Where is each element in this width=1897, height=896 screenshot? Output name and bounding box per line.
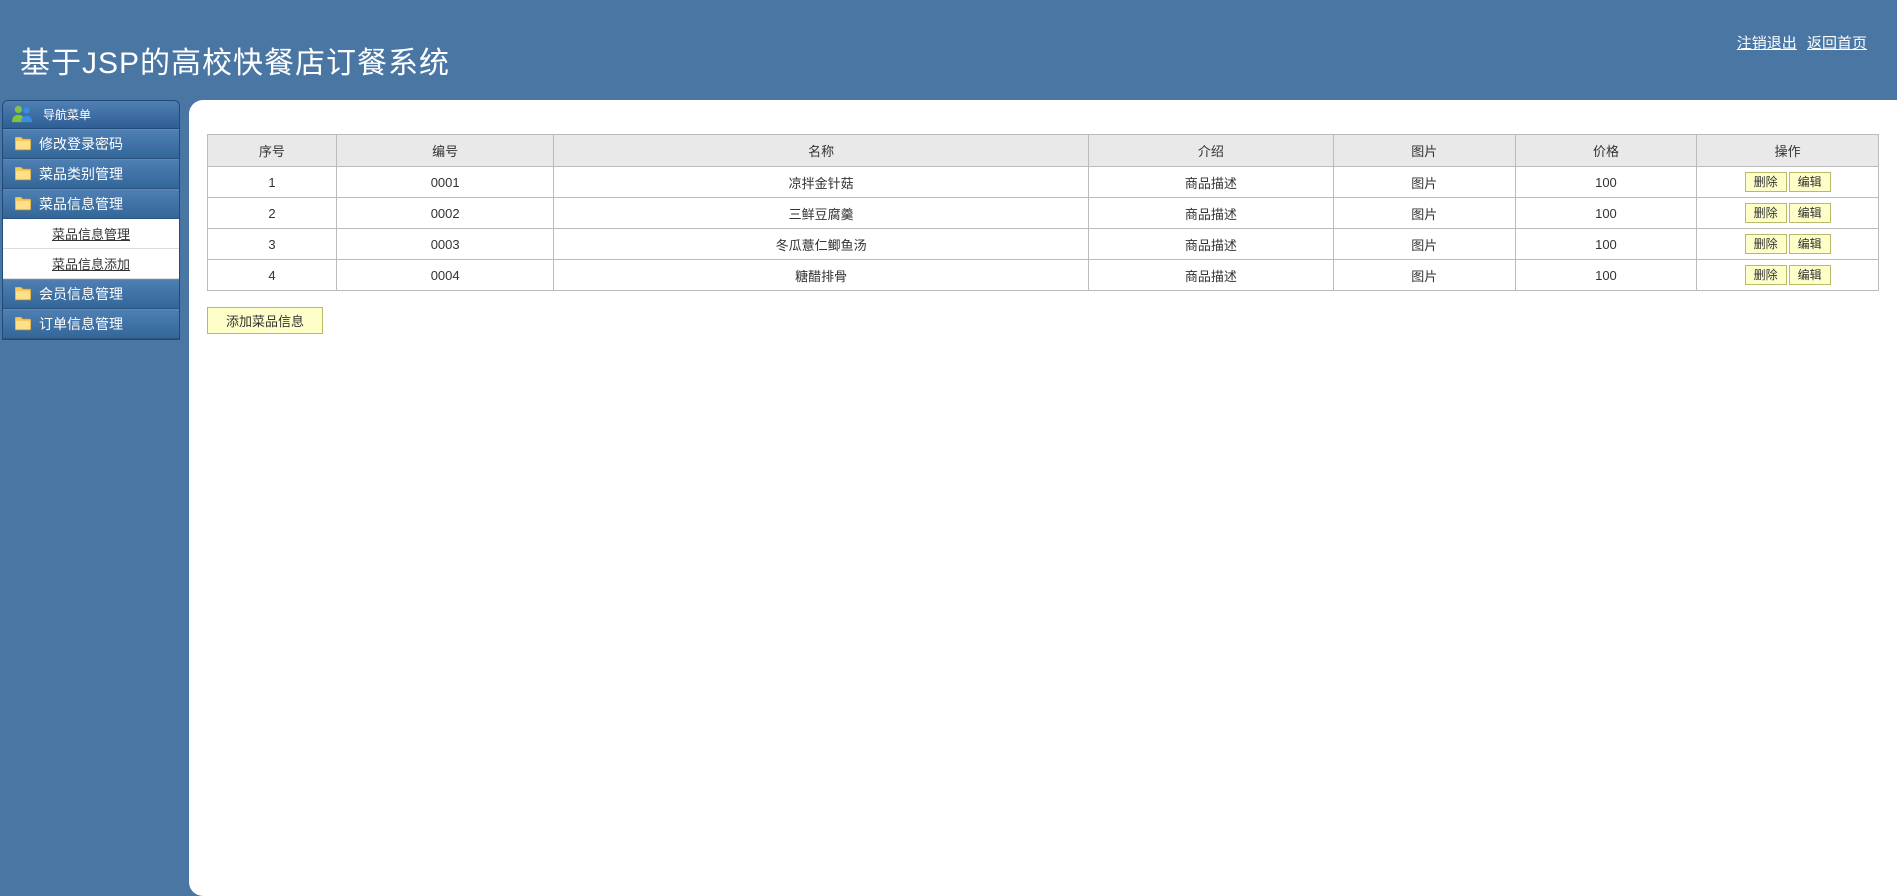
cell-intro: 商品描述 — [1088, 198, 1333, 229]
table-row: 30003冬瓜薏仁鲫鱼汤商品描述图片100删除编辑 — [208, 229, 1879, 260]
edit-button[interactable]: 编辑 — [1789, 234, 1831, 254]
cell-idx: 3 — [208, 229, 337, 260]
sidebar-item-label: 订单信息管理 — [39, 314, 123, 334]
folder-icon — [15, 197, 31, 211]
cell-actions: 删除编辑 — [1697, 229, 1879, 260]
folder-icon — [15, 167, 31, 181]
cell-name: 糖醋排骨 — [554, 260, 1088, 291]
dish-table: 序号编号名称介绍图片价格操作 10001凉拌金针菇商品描述图片100删除编辑20… — [207, 134, 1879, 291]
cell-idx: 2 — [208, 198, 337, 229]
sidebar-item-label: 修改登录密码 — [39, 134, 123, 154]
cell-price: 100 — [1515, 260, 1697, 291]
delete-button[interactable]: 删除 — [1745, 265, 1787, 285]
sidebar-subitem[interactable]: 菜品信息添加 — [3, 249, 179, 279]
cell-actions: 删除编辑 — [1697, 198, 1879, 229]
sidebar-header-label: 导航菜单 — [43, 106, 91, 123]
cell-code: 0003 — [336, 229, 554, 260]
table-header: 操作 — [1697, 135, 1879, 167]
cell-idx: 4 — [208, 260, 337, 291]
table-header: 图片 — [1333, 135, 1515, 167]
table-header: 价格 — [1515, 135, 1697, 167]
table-header: 介绍 — [1088, 135, 1333, 167]
sidebar-item[interactable]: 订单信息管理 — [3, 309, 179, 339]
sidebar: 导航菜单 修改登录密码菜品类别管理菜品信息管理菜品信息管理菜品信息添加会员信息管… — [0, 100, 183, 896]
folder-icon — [15, 317, 31, 331]
content-area: 序号编号名称介绍图片价格操作 10001凉拌金针菇商品描述图片100删除编辑20… — [189, 100, 1897, 896]
sidebar-item[interactable]: 会员信息管理 — [3, 279, 179, 309]
sidebar-item[interactable]: 菜品类别管理 — [3, 159, 179, 189]
edit-button[interactable]: 编辑 — [1789, 203, 1831, 223]
folder-icon — [15, 287, 31, 301]
cell-price: 100 — [1515, 167, 1697, 198]
delete-button[interactable]: 删除 — [1745, 234, 1787, 254]
delete-button[interactable]: 删除 — [1745, 172, 1787, 192]
cell-pic: 图片 — [1333, 260, 1515, 291]
cell-price: 100 — [1515, 198, 1697, 229]
cell-pic: 图片 — [1333, 167, 1515, 198]
cell-actions: 删除编辑 — [1697, 260, 1879, 291]
sidebar-bottom-decor — [2, 882, 180, 896]
users-icon — [11, 104, 33, 124]
table-header: 名称 — [554, 135, 1088, 167]
delete-button[interactable]: 删除 — [1745, 203, 1787, 223]
cell-code: 0002 — [336, 198, 554, 229]
add-dish-button[interactable]: 添加菜品信息 — [207, 307, 323, 334]
logout-link[interactable]: 注销退出 — [1737, 35, 1797, 52]
sidebar-item-label: 菜品类别管理 — [39, 164, 123, 184]
cell-pic: 图片 — [1333, 198, 1515, 229]
cell-intro: 商品描述 — [1088, 229, 1333, 260]
cell-name: 三鲜豆腐羹 — [554, 198, 1088, 229]
sidebar-item[interactable]: 修改登录密码 — [3, 129, 179, 159]
edit-button[interactable]: 编辑 — [1789, 265, 1831, 285]
edit-button[interactable]: 编辑 — [1789, 172, 1831, 192]
sidebar-item[interactable]: 菜品信息管理 — [3, 189, 179, 219]
cell-actions: 删除编辑 — [1697, 167, 1879, 198]
header-links: 注销退出 返回首页 — [1731, 32, 1867, 53]
sidebar-subitem[interactable]: 菜品信息管理 — [3, 219, 179, 249]
table-header: 序号 — [208, 135, 337, 167]
table-row: 40004糖醋排骨商品描述图片100删除编辑 — [208, 260, 1879, 291]
folder-icon — [15, 137, 31, 151]
cell-code: 0004 — [336, 260, 554, 291]
sidebar-item-label: 会员信息管理 — [39, 284, 123, 304]
home-link[interactable]: 返回首页 — [1807, 35, 1867, 52]
header: 基于JSP的高校快餐店订餐系统 注销退出 返回首页 — [0, 0, 1897, 100]
cell-intro: 商品描述 — [1088, 167, 1333, 198]
page-title: 基于JSP的高校快餐店订餐系统 — [20, 0, 1877, 82]
table-row: 20002三鲜豆腐羹商品描述图片100删除编辑 — [208, 198, 1879, 229]
cell-idx: 1 — [208, 167, 337, 198]
table-header: 编号 — [336, 135, 554, 167]
cell-intro: 商品描述 — [1088, 260, 1333, 291]
cell-name: 冬瓜薏仁鲫鱼汤 — [554, 229, 1088, 260]
sidebar-item-label: 菜品信息管理 — [39, 194, 123, 214]
table-row: 10001凉拌金针菇商品描述图片100删除编辑 — [208, 167, 1879, 198]
cell-code: 0001 — [336, 167, 554, 198]
cell-pic: 图片 — [1333, 229, 1515, 260]
cell-name: 凉拌金针菇 — [554, 167, 1088, 198]
sidebar-header: 导航菜单 — [3, 101, 179, 129]
cell-price: 100 — [1515, 229, 1697, 260]
